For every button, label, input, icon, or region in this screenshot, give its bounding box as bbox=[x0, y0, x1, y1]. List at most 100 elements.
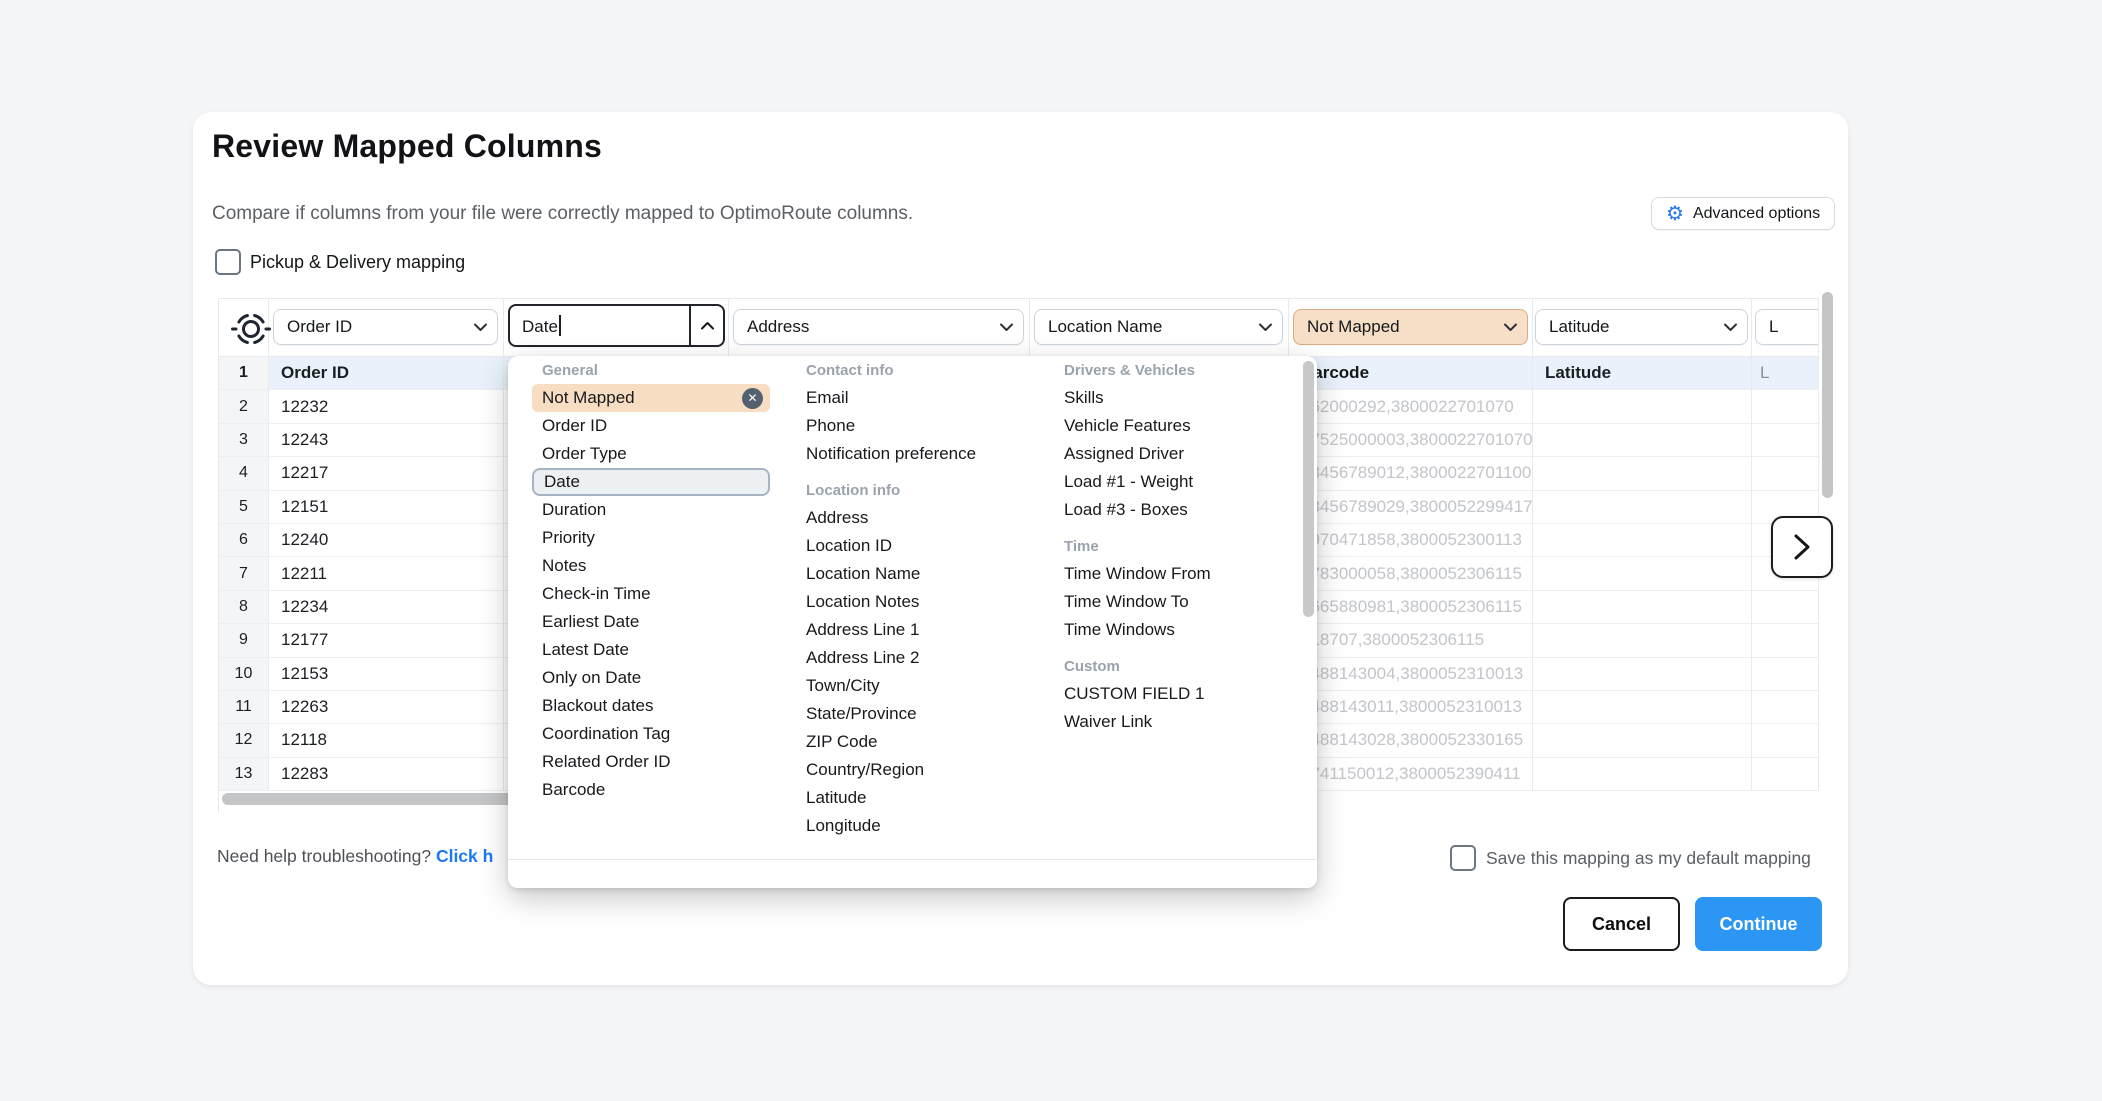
select-value: Order ID bbox=[287, 317, 463, 337]
dropdown-option-order-id[interactable]: Order ID bbox=[532, 412, 770, 440]
dropdown-option-email[interactable]: Email bbox=[796, 384, 1038, 412]
column-mapping-dropdown: GeneralNot Mapped✕Order IDOrder TypeDate… bbox=[508, 356, 1317, 888]
table-cell: L bbox=[1752, 357, 1819, 390]
pickup-delivery-checkbox[interactable] bbox=[215, 249, 241, 275]
dropdown-option-time-windows[interactable]: Time Windows bbox=[1054, 616, 1302, 644]
table-cell: 5665880981,3800052306115 bbox=[1289, 591, 1533, 624]
dropdown-option-location-notes[interactable]: Location Notes bbox=[796, 588, 1038, 616]
dropdown-option-notes[interactable]: Notes bbox=[532, 552, 770, 580]
row-number-cell: 9 bbox=[219, 624, 269, 657]
table-cell: 562000292,3800022701070 bbox=[1289, 390, 1533, 423]
chevron-up-icon[interactable] bbox=[689, 306, 723, 345]
dropdown-option-country-region[interactable]: Country/Region bbox=[796, 756, 1038, 784]
dropdown-option-check-in-time[interactable]: Check-in Time bbox=[532, 580, 770, 608]
chevron-down-icon[interactable] bbox=[1493, 310, 1527, 344]
dropdown-option-earliest-date[interactable]: Earliest Date bbox=[532, 608, 770, 636]
dropdown-option-related-order-id[interactable]: Related Order ID bbox=[532, 748, 770, 776]
table-cell: 9970471858,3800052300113 bbox=[1289, 524, 1533, 557]
dropdown-option-location-id[interactable]: Location ID bbox=[796, 532, 1038, 560]
dropdown-options-area: GeneralNot Mapped✕Order IDOrder TypeDate… bbox=[508, 356, 1317, 859]
dropdown-option-phone[interactable]: Phone bbox=[796, 412, 1038, 440]
column-mapping-select-location-name[interactable]: Location Name bbox=[1034, 309, 1283, 345]
row-number-cell: 8 bbox=[219, 591, 269, 624]
table-cell bbox=[1533, 624, 1752, 657]
dropdown-option-latest-date[interactable]: Latest Date bbox=[532, 636, 770, 664]
table-cell: 12263 bbox=[269, 691, 504, 724]
chevron-down-icon[interactable] bbox=[989, 310, 1023, 344]
column-mapping-select-address[interactable]: Address bbox=[733, 309, 1024, 345]
dropdown-column: GeneralNot Mapped✕Order IDOrder TypeDate… bbox=[532, 358, 770, 804]
dropdown-section-time: TimeTime Window FromTime Window ToTime W… bbox=[1054, 534, 1302, 644]
dropdown-option-assigned-driver[interactable]: Assigned Driver bbox=[1054, 440, 1302, 468]
page-title: Review Mapped Columns bbox=[212, 128, 602, 165]
table-cell: 12234 bbox=[269, 591, 504, 624]
clear-x-icon[interactable]: ✕ bbox=[742, 388, 763, 409]
dropdown-option-date[interactable]: Date bbox=[532, 468, 770, 496]
table-cell bbox=[1752, 758, 1819, 791]
help-link[interactable]: Click h bbox=[436, 846, 493, 866]
dropdown-option-time-window-to[interactable]: Time Window To bbox=[1054, 588, 1302, 616]
dropdown-option-latitude[interactable]: Latitude bbox=[796, 784, 1038, 812]
vertical-scrollbar-thumb[interactable] bbox=[1822, 292, 1833, 498]
dropdown-option-barcode[interactable]: Barcode bbox=[532, 776, 770, 804]
dropdown-option-address[interactable]: Address bbox=[796, 504, 1038, 532]
dropdown-footer bbox=[508, 859, 1317, 888]
dropdown-option-only-on-date[interactable]: Only on Date bbox=[532, 664, 770, 692]
dropdown-option-time-window-from[interactable]: Time Window From bbox=[1054, 560, 1302, 588]
row-number-cell: 10 bbox=[219, 658, 269, 691]
chevron-down-icon[interactable] bbox=[1713, 310, 1747, 344]
table-cell bbox=[1533, 591, 1752, 624]
dropdown-option-coordination-tag[interactable]: Coordination Tag bbox=[532, 720, 770, 748]
column-mapping-select-latitude[interactable]: Latitude bbox=[1535, 309, 1748, 345]
table-cell: 12211 bbox=[269, 557, 504, 590]
dropdown-option-town-city[interactable]: Town/City bbox=[796, 672, 1038, 700]
table-cell: 12153 bbox=[269, 658, 504, 691]
dropdown-option-load-1-weight[interactable]: Load #1 - Weight bbox=[1054, 468, 1302, 496]
save-default-mapping-row[interactable]: Save this mapping as my default mapping bbox=[1450, 845, 1811, 871]
save-default-mapping-checkbox[interactable] bbox=[1450, 845, 1476, 871]
advanced-options-button[interactable]: ⚙ Advanced options bbox=[1651, 197, 1835, 230]
dropdown-option-longitude[interactable]: Longitude bbox=[796, 812, 1038, 840]
table-cell: Latitude bbox=[1533, 357, 1752, 390]
column-mapping-select-not-mapped[interactable]: Not Mapped bbox=[1293, 309, 1528, 345]
pickup-delivery-mapping-row[interactable]: Pickup & Delivery mapping bbox=[215, 249, 465, 275]
table-cell: 12243 bbox=[269, 424, 504, 457]
select-value: Address bbox=[747, 317, 989, 337]
dropdown-option-skills[interactable]: Skills bbox=[1054, 384, 1302, 412]
table-cell: 2488143004,3800052310013 bbox=[1289, 658, 1533, 691]
dropdown-option-state-province[interactable]: State/Province bbox=[796, 700, 1038, 728]
dropdown-option-order-type[interactable]: Order Type bbox=[532, 440, 770, 468]
dropdown-section-title: Location info bbox=[796, 478, 1038, 504]
dropdown-scrollbar-thumb[interactable] bbox=[1303, 361, 1314, 617]
dropdown-option-priority[interactable]: Priority bbox=[532, 524, 770, 552]
column-mapping-select-order-id[interactable]: Order ID bbox=[273, 309, 498, 345]
dropdown-option-zip-code[interactable]: ZIP Code bbox=[796, 728, 1038, 756]
dropdown-option-notification-preference[interactable]: Notification preference bbox=[796, 440, 1038, 468]
row-number-cell: 13 bbox=[219, 758, 269, 791]
dropdown-option-location-name[interactable]: Location Name bbox=[796, 560, 1038, 588]
chevron-down-icon[interactable] bbox=[463, 310, 497, 344]
scroll-columns-right-button[interactable] bbox=[1771, 516, 1833, 578]
dropdown-column: Drivers & VehiclesSkillsVehicle Features… bbox=[1054, 358, 1302, 736]
column-mapping-select-date[interactable]: Date bbox=[508, 304, 725, 347]
dropdown-option-address-line-1[interactable]: Address Line 1 bbox=[796, 616, 1038, 644]
column-mapping-select-l[interactable]: L bbox=[1755, 309, 1818, 345]
chevron-down-icon[interactable] bbox=[1248, 310, 1282, 344]
dropdown-option-duration[interactable]: Duration bbox=[532, 496, 770, 524]
table-cell bbox=[1752, 424, 1819, 457]
dropdown-option-waiver-link[interactable]: Waiver Link bbox=[1054, 708, 1302, 736]
dropdown-option-not-mapped[interactable]: Not Mapped✕ bbox=[532, 384, 770, 412]
table-cell bbox=[1533, 457, 1752, 490]
dropdown-option-address-line-2[interactable]: Address Line 2 bbox=[796, 644, 1038, 672]
continue-button[interactable]: Continue bbox=[1695, 897, 1822, 951]
dropdown-option-load-3-boxes[interactable]: Load #3 - Boxes bbox=[1054, 496, 1302, 524]
table-cell bbox=[1752, 457, 1819, 490]
dropdown-option-vehicle-features[interactable]: Vehicle Features bbox=[1054, 412, 1302, 440]
table-cell: 12240 bbox=[269, 524, 504, 557]
table-cell bbox=[1752, 390, 1819, 423]
cancel-button[interactable]: Cancel bbox=[1563, 897, 1680, 951]
table-cell: 23456789029,3800052299417 bbox=[1289, 491, 1533, 524]
table-cell bbox=[1752, 691, 1819, 724]
dropdown-option-custom-field-1[interactable]: CUSTOM FIELD 1 bbox=[1054, 680, 1302, 708]
dropdown-option-blackout-dates[interactable]: Blackout dates bbox=[532, 692, 770, 720]
